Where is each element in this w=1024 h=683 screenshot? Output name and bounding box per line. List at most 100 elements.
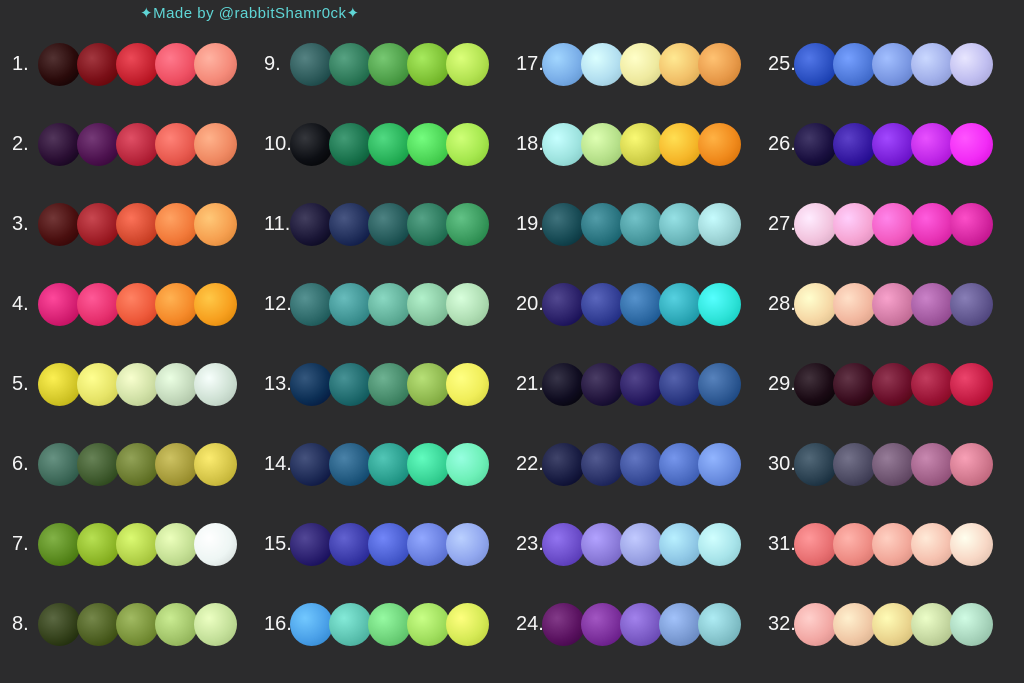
palette-number: 25. — [764, 53, 794, 76]
palette-row-9: 9. — [260, 24, 512, 104]
color-swatch — [833, 443, 876, 486]
palette-number: 8. — [8, 613, 38, 636]
color-swatch — [950, 43, 993, 86]
palette-row-19: 19. — [512, 184, 764, 264]
color-swatch — [38, 603, 81, 646]
color-swatch — [581, 523, 624, 566]
color-swatch — [38, 283, 81, 326]
color-swatch — [659, 203, 702, 246]
color-swatch — [620, 203, 663, 246]
swatch-group — [290, 443, 489, 486]
color-swatch — [329, 603, 372, 646]
palette-number: 17. — [512, 53, 542, 76]
color-swatch — [659, 363, 702, 406]
color-swatch — [794, 603, 837, 646]
color-swatch — [407, 123, 450, 166]
color-swatch — [620, 603, 663, 646]
color-swatch — [833, 523, 876, 566]
palette-number: 19. — [512, 213, 542, 236]
color-swatch — [911, 123, 954, 166]
swatch-group — [794, 43, 993, 86]
palette-row-5: 5. — [8, 344, 260, 424]
color-swatch — [581, 603, 624, 646]
color-swatch — [698, 283, 741, 326]
color-swatch — [872, 43, 915, 86]
color-swatch — [581, 203, 624, 246]
color-swatch — [116, 283, 159, 326]
color-swatch — [329, 123, 372, 166]
swatch-group — [542, 523, 741, 566]
color-swatch — [698, 603, 741, 646]
color-swatch — [290, 283, 333, 326]
color-swatch — [950, 443, 993, 486]
swatch-group — [290, 123, 489, 166]
color-swatch — [911, 523, 954, 566]
palette-row-28: 28. — [764, 264, 1016, 344]
palette-number: 15. — [260, 533, 290, 556]
palette-row-30: 30. — [764, 424, 1016, 504]
color-swatch — [950, 603, 993, 646]
color-swatch — [38, 363, 81, 406]
color-swatch — [872, 603, 915, 646]
color-swatch — [290, 43, 333, 86]
color-swatch — [290, 363, 333, 406]
palette-number: 3. — [8, 213, 38, 236]
color-swatch — [407, 363, 450, 406]
palette-row-25: 25. — [764, 24, 1016, 104]
color-swatch — [329, 443, 372, 486]
color-swatch — [194, 283, 237, 326]
color-swatch — [194, 43, 237, 86]
color-swatch — [38, 523, 81, 566]
color-swatch — [116, 443, 159, 486]
color-swatch — [698, 123, 741, 166]
swatch-group — [38, 123, 237, 166]
color-swatch — [155, 43, 198, 86]
color-swatch — [794, 283, 837, 326]
color-swatch — [659, 603, 702, 646]
color-swatch — [659, 443, 702, 486]
palette-number: 1. — [8, 53, 38, 76]
palette-row-10: 10. — [260, 104, 512, 184]
color-swatch — [446, 43, 489, 86]
color-swatch — [698, 523, 741, 566]
color-swatch — [38, 123, 81, 166]
color-swatch — [620, 363, 663, 406]
color-swatch — [77, 603, 120, 646]
swatch-group — [38, 363, 237, 406]
palette-row-21: 21. — [512, 344, 764, 424]
palette-row-18: 18. — [512, 104, 764, 184]
color-swatch — [194, 603, 237, 646]
color-swatch — [911, 283, 954, 326]
palette-number: 6. — [8, 453, 38, 476]
swatch-group — [794, 203, 993, 246]
color-swatch — [329, 523, 372, 566]
color-swatch — [77, 283, 120, 326]
color-swatch — [446, 603, 489, 646]
palette-number: 13. — [260, 373, 290, 396]
color-swatch — [872, 123, 915, 166]
color-swatch — [407, 203, 450, 246]
color-swatch — [368, 43, 411, 86]
color-swatch — [581, 283, 624, 326]
color-swatch — [872, 203, 915, 246]
palette-row-27: 27. — [764, 184, 1016, 264]
color-swatch — [833, 43, 876, 86]
color-swatch — [446, 443, 489, 486]
palette-row-16: 16. — [260, 584, 512, 664]
palette-row-11: 11. — [260, 184, 512, 264]
color-swatch — [116, 523, 159, 566]
color-swatch — [368, 123, 411, 166]
palette-number: 5. — [8, 373, 38, 396]
palette-row-4: 4. — [8, 264, 260, 344]
palette-number: 4. — [8, 293, 38, 316]
color-swatch — [368, 603, 411, 646]
color-swatch — [872, 523, 915, 566]
palette-row-8: 8. — [8, 584, 260, 664]
palette-number: 20. — [512, 293, 542, 316]
color-swatch — [407, 283, 450, 326]
color-swatch — [77, 523, 120, 566]
color-swatch — [77, 363, 120, 406]
swatch-group — [542, 283, 741, 326]
palette-row-6: 6. — [8, 424, 260, 504]
color-swatch — [329, 283, 372, 326]
